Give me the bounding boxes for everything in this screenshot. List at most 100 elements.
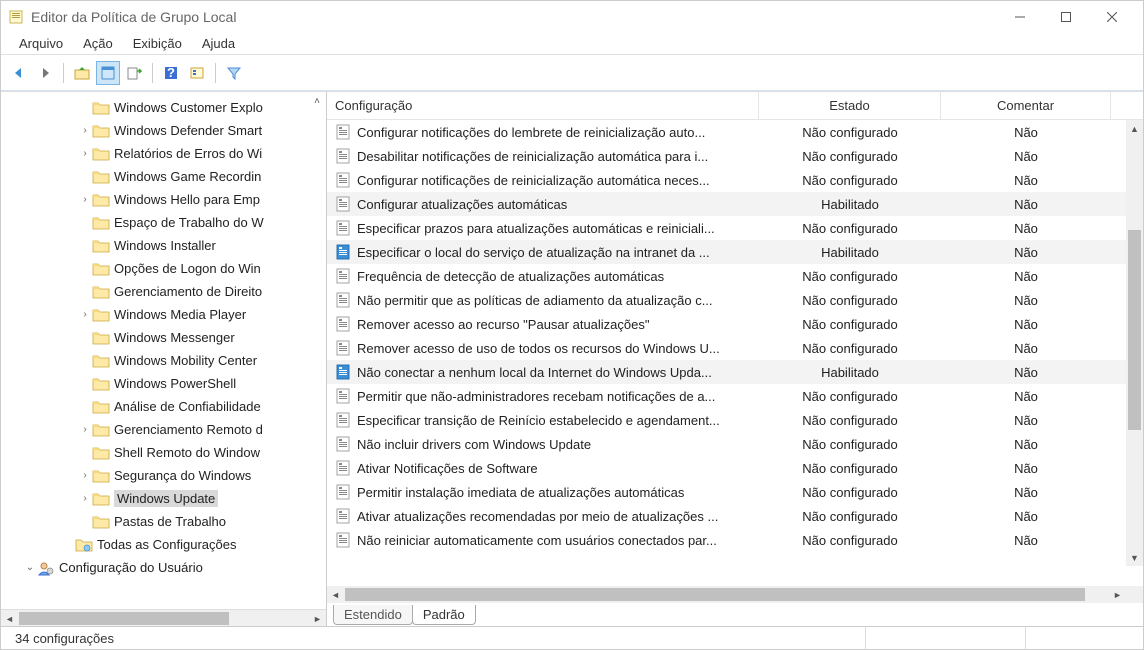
up-folder-button[interactable] [70,61,94,85]
export-button[interactable] [122,61,146,85]
tree-item-label: Windows Game Recordin [114,169,261,184]
tree-item[interactable]: Windows Customer Explo [1,96,326,119]
folder-icon [92,238,110,254]
chevron-right-icon[interactable]: › [78,424,92,435]
chevron-down-icon[interactable]: ⌄ [23,562,37,573]
menu-acao[interactable]: Ação [73,33,123,54]
list-row[interactable]: Permitir que não-administradores recebam… [327,384,1143,408]
tree-item[interactable]: Windows Installer [1,234,326,257]
list-row[interactable]: Ativar atualizações recomendadas por mei… [327,504,1143,528]
setting-icon [335,268,351,284]
tree-body[interactable]: Windows Customer Explo›Windows Defender … [1,92,326,609]
filter-button[interactable] [222,61,246,85]
tab-extended[interactable]: Estendido [333,605,413,625]
list-horizontal-scrollbar[interactable]: ◄ ► [327,586,1143,603]
scrollbar-thumb[interactable] [19,612,229,625]
properties-button[interactable] [96,61,120,85]
maximize-button[interactable] [1043,2,1089,32]
close-button[interactable] [1089,2,1135,32]
cell-config: Ativar atualizações recomendadas por mei… [327,508,759,524]
scroll-left-icon[interactable]: ◄ [1,610,18,626]
tree-item[interactable]: Windows PowerShell [1,372,326,395]
tree-item[interactable]: ›Windows Media Player [1,303,326,326]
tree-item[interactable]: Todas as Configurações [1,533,326,556]
setting-name: Remover acesso de uso de todos os recurs… [357,341,720,356]
statusbar: 34 configurações [1,626,1143,649]
tree-item[interactable]: Opções de Logon do Win [1,257,326,280]
chevron-right-icon[interactable]: › [78,493,92,504]
tree-item[interactable]: Análise de Confiabilidade [1,395,326,418]
menu-arquivo[interactable]: Arquivo [9,33,73,54]
folder-icon [92,169,110,185]
list-row[interactable]: Não permitir que as políticas de adiamen… [327,288,1143,312]
chevron-right-icon[interactable]: › [78,148,92,159]
tree-item[interactable]: ›Segurança do Windows [1,464,326,487]
scrollbar-thumb[interactable] [345,588,1085,601]
column-header-config[interactable]: Configuração [327,92,759,119]
list-row[interactable]: Remover acesso de uso de todos os recurs… [327,336,1143,360]
setting-name: Não conectar a nenhum local da Internet … [357,365,712,380]
chevron-right-icon[interactable]: › [78,309,92,320]
list-row[interactable]: Frequência de detecção de atualizações a… [327,264,1143,288]
scroll-right-icon[interactable]: ► [309,610,326,626]
minimize-button[interactable] [997,2,1043,32]
tab-standard[interactable]: Padrão [412,605,476,625]
list-row[interactable]: Configurar notificações de reinicializaç… [327,168,1143,192]
list-vertical-scrollbar[interactable]: ▲ ▼ [1126,120,1143,566]
scroll-up-icon[interactable]: ▲ [1126,120,1143,137]
tree-item[interactable]: Windows Game Recordin [1,165,326,188]
tree-item[interactable]: Windows Messenger [1,326,326,349]
tree-item[interactable]: ›Windows Defender Smart [1,119,326,142]
list-row[interactable]: Configurar atualizações automáticasHabil… [327,192,1143,216]
folder-icon [92,491,110,507]
list-row[interactable]: Permitir instalação imediata de atualiza… [327,480,1143,504]
cell-state: Não configurado [759,509,941,524]
cell-config: Remover acesso de uso de todos os recurs… [327,340,759,356]
list-row[interactable]: Especificar o local do serviço de atuali… [327,240,1143,264]
list-row[interactable]: Não conectar a nenhum local da Internet … [327,360,1143,384]
list-row[interactable]: Ativar Notificações de SoftwareNão confi… [327,456,1143,480]
cell-comment: Não [941,293,1111,308]
menu-exibicao[interactable]: Exibição [123,33,192,54]
folder-icon [92,468,110,484]
chevron-right-icon[interactable]: › [78,125,92,136]
forward-button[interactable] [33,61,57,85]
column-header-state[interactable]: Estado [759,92,941,119]
tree-item[interactable]: ›Windows Update [1,487,326,510]
list-row[interactable]: Não incluir drivers com Windows UpdateNã… [327,432,1143,456]
tree-item-label: Windows PowerShell [114,376,236,391]
tree-item[interactable]: Windows Mobility Center [1,349,326,372]
tree-item[interactable]: Gerenciamento de Direito [1,280,326,303]
cell-comment: Não [941,389,1111,404]
tree-item[interactable]: ›Gerenciamento Remoto d [1,418,326,441]
list-row[interactable]: Remover acesso ao recurso "Pausar atuali… [327,312,1143,336]
tree-scroll-up-icon[interactable]: ˄ [314,96,320,107]
list-row[interactable]: Especificar transição de Reinício estabe… [327,408,1143,432]
menu-ajuda[interactable]: Ajuda [192,33,245,54]
tree-item[interactable]: ⌄Configuração do Usuário [1,556,326,579]
list-row[interactable]: Não reiniciar automaticamente com usuári… [327,528,1143,552]
show-gpo-button[interactable] [185,61,209,85]
column-header-comment[interactable]: Comentar [941,92,1111,119]
chevron-right-icon[interactable]: › [78,470,92,481]
folder-icon [92,123,110,139]
scrollbar-thumb[interactable] [1128,230,1141,430]
app-icon [9,9,25,25]
list-row[interactable]: Desabilitar notificações de reinicializa… [327,144,1143,168]
tree-item[interactable]: Shell Remoto do Window [1,441,326,464]
cell-state: Não configurado [759,221,941,236]
tree-item[interactable]: ›Windows Hello para Emp [1,188,326,211]
tree-item[interactable]: Pastas de Trabalho [1,510,326,533]
scroll-right-icon[interactable]: ► [1109,586,1126,603]
scroll-down-icon[interactable]: ▼ [1126,549,1143,566]
tree-item[interactable]: ›Relatórios de Erros do Wi [1,142,326,165]
list-row[interactable]: Configurar notificações do lembrete de r… [327,120,1143,144]
tree-horizontal-scrollbar[interactable]: ◄ ► [1,609,326,626]
help-button[interactable]: ? [159,61,183,85]
scroll-left-icon[interactable]: ◄ [327,586,344,603]
back-button[interactable] [7,61,31,85]
tree-item[interactable]: Espaço de Trabalho do W [1,211,326,234]
list-row[interactable]: Especificar prazos para atualizações aut… [327,216,1143,240]
tree-item-label: Pastas de Trabalho [114,514,226,529]
chevron-right-icon[interactable]: › [78,194,92,205]
